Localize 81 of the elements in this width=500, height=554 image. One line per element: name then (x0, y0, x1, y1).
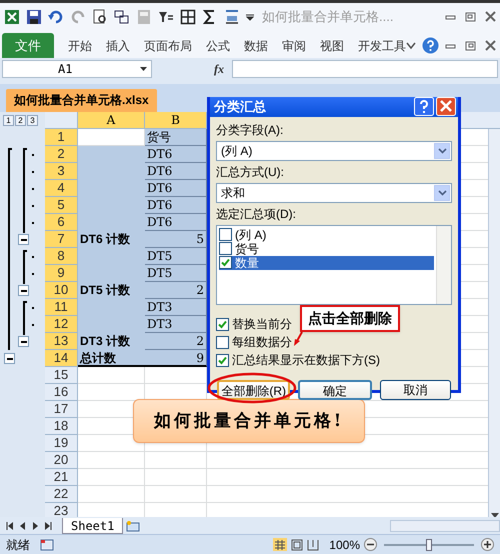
column-header[interactable]: B (145, 112, 207, 129)
column-header[interactable]: A (78, 112, 145, 129)
zoom-level[interactable]: 100% (329, 536, 360, 554)
workbook-tab[interactable]: 如何批量合并单元格.xlsx (6, 89, 157, 112)
table-cell: DT6 (145, 214, 207, 231)
row-header[interactable]: 19 (45, 435, 78, 452)
ribbon-tab[interactable]: 插入 (106, 36, 130, 54)
table-cell: DT5 (145, 265, 207, 282)
ribbon-tab[interactable]: 审阅 (282, 36, 306, 54)
outline-level-button[interactable]: 3 (27, 115, 38, 126)
dialog-title: 分类汇总 (214, 98, 266, 116)
ribbon-tab[interactable]: 视图 (320, 36, 344, 54)
dialog-button[interactable]: 全部删除(R) (217, 380, 290, 400)
row-header[interactable]: 21 (45, 469, 78, 486)
row-header[interactable]: 13 (45, 333, 78, 350)
file-tab[interactable]: 文件 (2, 33, 54, 58)
outline-level-button[interactable]: 1 (3, 115, 14, 126)
row-header[interactable]: 22 (45, 486, 78, 503)
row-header[interactable]: 9 (45, 265, 78, 282)
ribbon-tab[interactable]: 公式 (206, 36, 230, 54)
option-label: 每组数据分 (232, 334, 292, 351)
cell-reference: A1 (58, 61, 72, 78)
ribbon-tab[interactable]: 开发工具 (358, 36, 406, 54)
table-cell: DT5 (145, 248, 207, 265)
dialog-button[interactable]: 取消 (380, 380, 451, 400)
dialog-button[interactable]: 确定 (298, 380, 372, 400)
summary-items-list[interactable]: (列 A) 货号 数量 (216, 224, 452, 304)
row-header[interactable]: 18 (45, 418, 78, 435)
table-cell: DT3 (145, 316, 207, 333)
table-cell: DT3 (145, 299, 207, 316)
table-cell: 总计数 (78, 350, 145, 367)
table-cell: DT5 计数 (78, 282, 145, 299)
field-label: 汇总方式(U): (216, 164, 284, 180)
row-header[interactable]: 2 (45, 146, 78, 163)
table-cell: DT6 (145, 180, 207, 197)
insert-function-button[interactable]: fx (156, 60, 228, 78)
table-cell: DT6 计数 (78, 231, 145, 248)
row-header[interactable]: 15 (45, 367, 78, 384)
window-title: 如何批量合并单元格.... (262, 8, 394, 26)
row-header[interactable]: 10 (45, 282, 78, 299)
status-text: 就绪 (6, 536, 30, 554)
row-header[interactable]: 17 (45, 401, 78, 418)
table-cell: DT6 (145, 163, 207, 180)
table-cell: 货号 (145, 129, 207, 146)
list-item[interactable]: (列 A) (219, 228, 434, 242)
category-field-select[interactable]: (列 A) (216, 140, 452, 160)
list-item[interactable]: 货号 (219, 242, 434, 256)
row-header[interactable]: 4 (45, 180, 78, 197)
table-cell: 5 (145, 231, 207, 248)
row-header[interactable]: 5 (45, 197, 78, 214)
option-label: 汇总结果显示在数据下方(S) (232, 352, 380, 369)
field-label: 分类字段(A): (216, 122, 284, 138)
row-header[interactable]: 12 (45, 316, 78, 333)
table-cell: DT6 (145, 197, 207, 214)
table-cell: 9 (145, 350, 207, 367)
table-cell: 2 (145, 333, 207, 350)
row-header[interactable]: 6 (45, 214, 78, 231)
table-cell: 2 (145, 282, 207, 299)
row-header[interactable]: 8 (45, 248, 78, 265)
list-item[interactable]: 数量 (219, 256, 434, 270)
ribbon-tab[interactable]: 页面布局 (144, 36, 192, 54)
annotation-callout: 点击全部删除 (300, 305, 400, 332)
row-header[interactable]: 20 (45, 452, 78, 469)
row-header[interactable]: 16 (45, 384, 78, 401)
ribbon-tab[interactable]: 数据 (244, 36, 268, 54)
row-header[interactable]: 11 (45, 299, 78, 316)
text-shape[interactable]: 如何批量合并单元格! (133, 399, 365, 443)
summary-method-select[interactable]: 求和 (216, 182, 452, 202)
option-label: 替换当前分 (232, 316, 292, 333)
name-box[interactable]: A1 (2, 60, 152, 78)
ribbon-tab[interactable]: 开始 (68, 36, 92, 54)
sheet-tab[interactable]: Sheet1 (62, 518, 124, 534)
row-header[interactable]: 14 (45, 350, 78, 367)
row-header[interactable]: 3 (45, 163, 78, 180)
table-cell: DT3 计数 (78, 333, 145, 350)
row-header[interactable]: 1 (45, 129, 78, 146)
field-label: 选定汇总项(D): (216, 206, 296, 222)
row-header[interactable]: 7 (45, 231, 78, 248)
row-header[interactable]: 23 (45, 503, 78, 517)
table-cell: DT6 (145, 146, 207, 163)
outline-level-button[interactable]: 2 (15, 115, 26, 126)
